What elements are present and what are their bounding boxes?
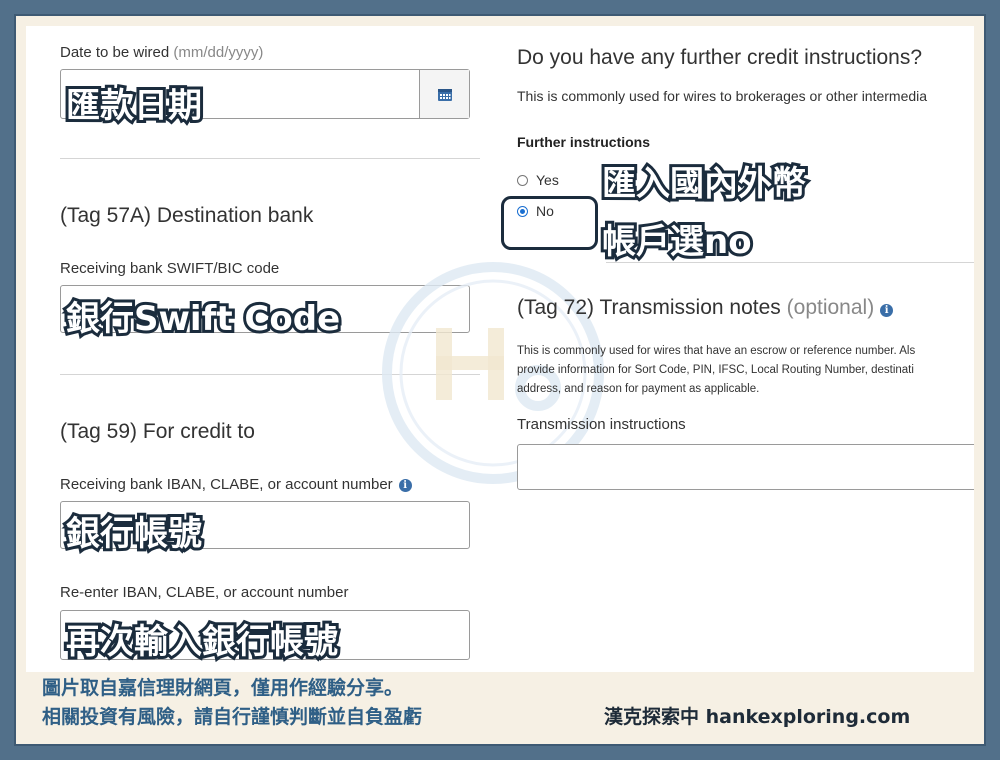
transmission-label: Transmission instructions bbox=[517, 416, 686, 433]
annotation-account: 銀行帳號 bbox=[63, 511, 205, 557]
date-label: Date to be wired (mm/dd/yyyy) bbox=[60, 44, 263, 61]
info-icon[interactable]: i bbox=[880, 304, 894, 317]
further-credit-description: This is commonly used for wires to broke… bbox=[517, 88, 928, 104]
divider-right bbox=[606, 262, 974, 263]
footer-disclaimer-line2: 相關投資有風險，請自行謹慎判斷並自負盈虧 bbox=[42, 706, 423, 728]
radio-yes-label: Yes bbox=[536, 172, 559, 188]
tag72-title: (Tag 72) Transmission notes (optional) i bbox=[517, 296, 894, 320]
footer-brand: 漢克探索中 hankexploring.com bbox=[604, 706, 911, 728]
further-credit-question: Do you have any further credit instructi… bbox=[517, 46, 923, 69]
annotation-swift: 銀行Swift Code bbox=[63, 296, 343, 342]
annotation-reenter: 再次輸入銀行帳號 bbox=[63, 619, 341, 665]
date-format-hint: (mm/dd/yyyy) bbox=[173, 44, 264, 61]
footer-disclaimer-line1: 圖片取自嘉信理財網頁，僅用作經驗分享。 bbox=[42, 677, 404, 699]
tag57-title: (Tag 57A) Destination bank bbox=[60, 204, 314, 227]
calendar-icon bbox=[437, 88, 452, 101]
tag72-description: This is commonly used for wires that hav… bbox=[517, 342, 915, 399]
iban-label-text: Receiving bank IBAN, CLABE, or account n… bbox=[60, 476, 393, 493]
calendar-button[interactable] bbox=[419, 70, 469, 118]
tag72-desc-line: This is commonly used for wires that hav… bbox=[517, 345, 916, 357]
date-label-text: Date to be wired bbox=[60, 44, 170, 61]
transmission-input[interactable] bbox=[517, 444, 974, 490]
tag72-title-text: (Tag 72) Transmission notes bbox=[517, 296, 781, 319]
tag59-title: (Tag 59) For credit to bbox=[60, 420, 255, 443]
no-highlight-box bbox=[501, 196, 598, 250]
tag72-desc-line: provide information for Sort Code, PIN, … bbox=[517, 364, 914, 376]
iban-reenter-label: Re-enter IBAN, CLABE, or account number bbox=[60, 584, 349, 601]
divider-1 bbox=[60, 158, 480, 159]
annotation-no-line1: 匯入國內外幣 bbox=[599, 161, 809, 207]
iban-label: Receiving bank IBAN, CLABE, or account n… bbox=[60, 476, 412, 493]
swift-label: Receiving bank SWIFT/BIC code bbox=[60, 260, 280, 277]
radio-yes[interactable] bbox=[517, 175, 528, 186]
tag72-desc-line: address, and reason for payment as appli… bbox=[517, 383, 760, 395]
further-instructions-label: Further instructions bbox=[517, 134, 651, 150]
screenshot-page: Date to be wired (mm/dd/yyyy) 匯款日期 (Tag … bbox=[26, 26, 974, 672]
radio-option-yes[interactable]: Yes bbox=[517, 172, 559, 188]
annotation-date: 匯款日期 bbox=[63, 83, 205, 129]
annotation-no-line2: 帳戶選no bbox=[599, 219, 755, 265]
tag72-optional: (optional) bbox=[786, 296, 875, 319]
